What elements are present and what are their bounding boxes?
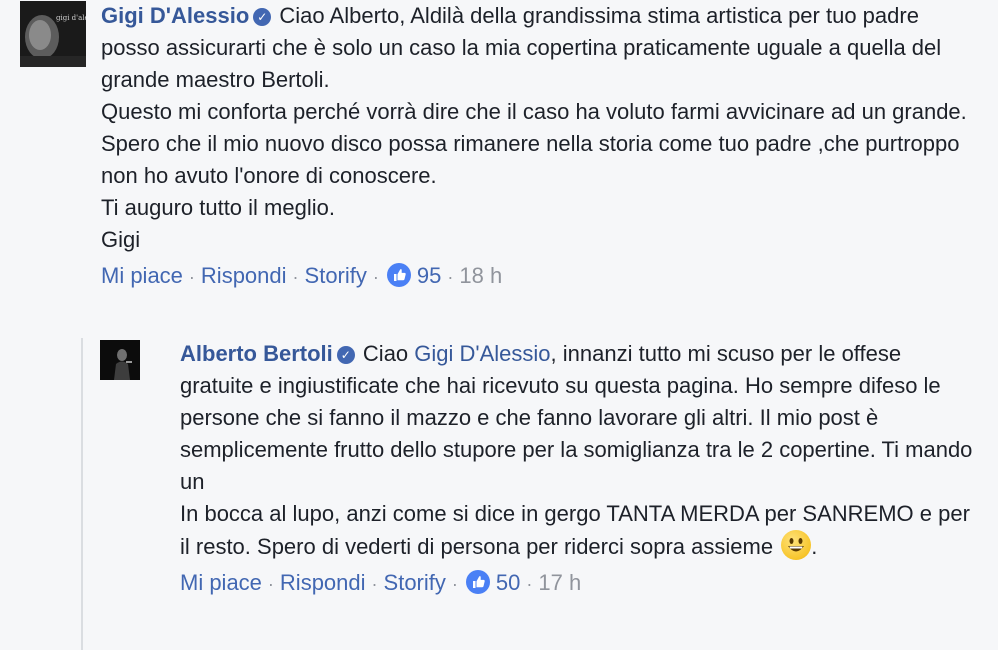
separator: · xyxy=(267,574,274,594)
reply-button[interactable]: Rispondi xyxy=(201,263,287,288)
separator: · xyxy=(451,574,458,594)
thumbs-up-icon[interactable] xyxy=(386,263,411,287)
avatar-photo-icon xyxy=(100,340,140,380)
like-count[interactable]: 50 xyxy=(496,570,520,595)
timestamp[interactable]: 18 h xyxy=(459,263,502,288)
comment-line: Ti auguro tutto il meglio. xyxy=(101,195,335,220)
comment-intro: Ciao xyxy=(362,341,409,366)
separator: · xyxy=(526,574,533,594)
comment-line: Gigi xyxy=(101,227,141,252)
comment-body: In bocca al lupo, anzi come si dice in g… xyxy=(180,501,970,559)
comment-actions: Mi piace · Rispondi · Storify · 50 · 17 h xyxy=(180,567,980,600)
like-button[interactable]: Mi piace xyxy=(101,263,183,288)
like-button[interactable]: Mi piace xyxy=(180,570,262,595)
comment-text: Alberto Bertoli ✓ Ciao Gigi D'Alessio, in… xyxy=(180,338,980,563)
author-name[interactable]: Alberto Bertoli xyxy=(180,341,333,366)
separator: · xyxy=(372,267,379,287)
separator: · xyxy=(371,574,378,594)
comment-text: Gigi D'Alessio ✓ Ciao Alberto, Aldilà del… xyxy=(101,0,981,256)
avatar[interactable]: gigi d'alessio xyxy=(20,1,86,67)
comment-actions: Mi piace · Rispondi · Storify · 95 · 18 h xyxy=(101,260,981,293)
thumbs-up-icon[interactable] xyxy=(465,570,490,594)
verified-badge-icon: ✓ xyxy=(336,346,355,364)
comment-line: Questo mi conforta perché vorrà dire che… xyxy=(101,99,967,124)
comment-end: . xyxy=(811,534,818,559)
reply-thread-line xyxy=(81,338,83,650)
mention-link[interactable]: Gigi D'Alessio xyxy=(414,341,550,366)
svg-text:gigi d'alessio: gigi d'alessio xyxy=(56,14,86,22)
avatar-photo-icon: gigi d'alessio xyxy=(20,1,86,67)
separator: · xyxy=(292,267,299,287)
timestamp[interactable]: 17 h xyxy=(538,570,581,595)
separator: · xyxy=(188,267,195,287)
storify-button[interactable]: Storify xyxy=(384,570,446,595)
verified-badge-icon: ✓ xyxy=(253,8,272,26)
grinning-face-emoji-icon xyxy=(781,530,812,560)
like-count[interactable]: 95 xyxy=(417,263,441,288)
separator: · xyxy=(447,267,454,287)
author-name[interactable]: Gigi D'Alessio xyxy=(101,3,249,28)
reply-button[interactable]: Rispondi xyxy=(280,570,366,595)
avatar[interactable] xyxy=(100,340,140,380)
storify-button[interactable]: Storify xyxy=(305,263,367,288)
comment-line: Spero che il mio nuovo disco possa riman… xyxy=(101,131,960,188)
